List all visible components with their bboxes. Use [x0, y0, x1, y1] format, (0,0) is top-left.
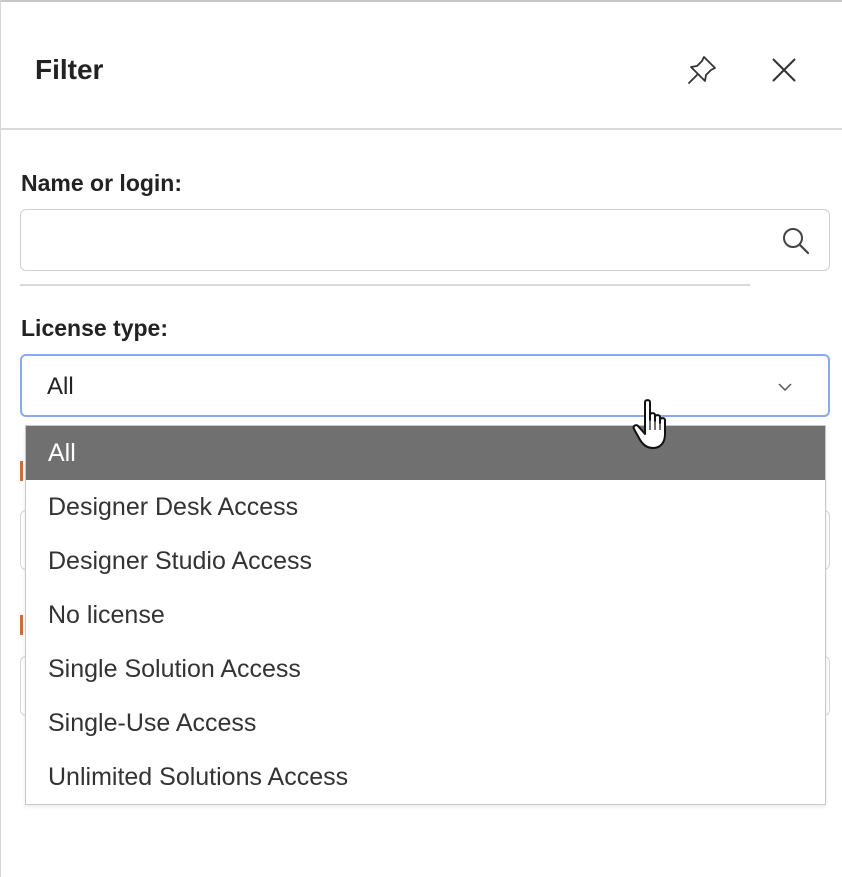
close-button[interactable] [762, 48, 806, 92]
dropdown-option[interactable]: Designer Desk Access [26, 480, 825, 534]
license-type-dropdown-list: All Designer Desk Access Designer Studio… [25, 425, 826, 805]
pin-button[interactable] [680, 48, 724, 92]
hidden-field-label-marker [20, 615, 23, 635]
panel-title: Filter [35, 54, 104, 85]
dropdown-option[interactable]: Single Solution Access [26, 642, 825, 696]
dropdown-toggle[interactable] [776, 378, 794, 396]
license-type-label: License type: [21, 315, 168, 341]
search-icon [783, 228, 810, 255]
chevron-down-icon [778, 383, 792, 392]
dropdown-option[interactable]: Designer Studio Access [26, 534, 825, 588]
close-icon [772, 58, 796, 82]
license-type-selected-value: All [47, 373, 74, 400]
pin-icon [688, 56, 716, 84]
name-or-login-label: Name or login: [21, 170, 183, 196]
name-or-login-input[interactable] [35, 220, 759, 262]
dropdown-option[interactable]: No license [26, 588, 825, 642]
dropdown-option[interactable]: Unlimited Solutions Access [26, 750, 825, 804]
dropdown-option[interactable]: All [26, 426, 825, 480]
dropdown-option[interactable]: Single-Use Access [26, 696, 825, 750]
section-divider [20, 284, 750, 286]
filter-header: Filter [1, 2, 842, 130]
filter-panel: Filter Name or login: License type: All [0, 0, 842, 877]
license-type-select[interactable]: All [20, 354, 830, 417]
hidden-field-label-marker [20, 461, 23, 481]
name-or-login-field[interactable] [20, 209, 830, 271]
search-button[interactable] [777, 222, 815, 260]
